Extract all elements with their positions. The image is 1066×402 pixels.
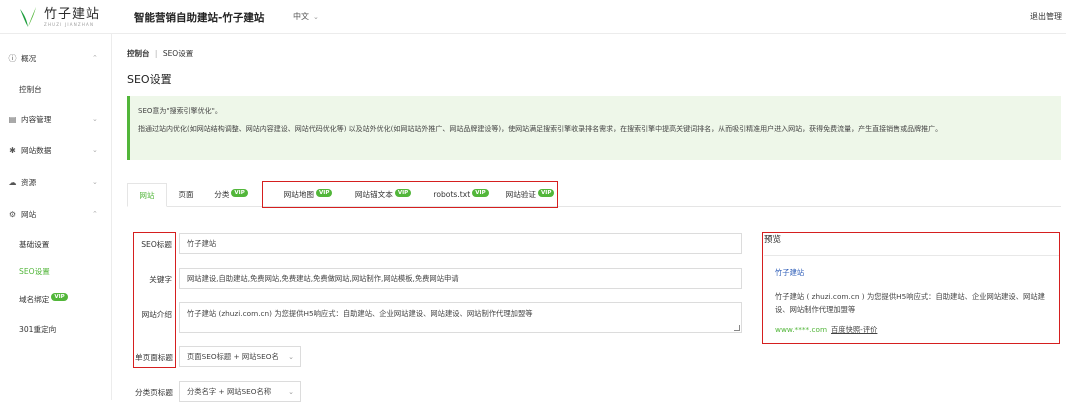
- breadcrumb: 控制台 | SEO设置: [127, 48, 193, 59]
- info-icon: ⓘ: [8, 53, 17, 63]
- sidebar-item-dashboard[interactable]: 控制台: [19, 84, 42, 95]
- preview-url: www.****.com: [775, 325, 828, 334]
- sidebar-item-resources[interactable]: ☁ 资源 ⌄: [0, 172, 112, 192]
- tab-page[interactable]: 页面: [169, 183, 203, 207]
- logout-link[interactable]: 退出管理: [1030, 11, 1062, 22]
- chevron-down-icon: ⌄: [92, 178, 98, 186]
- sidebar-item-site-data[interactable]: ✱ 网站数据 ⌄: [0, 140, 112, 160]
- tab-category[interactable]: 分类 VIP: [207, 183, 255, 207]
- logo[interactable]: 竹子建站 ZHUZI JIANZHAN: [18, 5, 100, 29]
- chevron-up-icon: ⌃: [92, 54, 98, 62]
- tab-label: 分类: [214, 190, 230, 199]
- sidebar-item-site[interactable]: ⚙ 网站 ⌃: [0, 204, 112, 224]
- tab-site[interactable]: 网站: [127, 183, 167, 207]
- keywords-input[interactable]: 网站建设,自助建站,免费网站,免费建站,免费做网站,网站制作,网站模板,免费网站…: [179, 268, 742, 289]
- seo-preview: 预览 竹子建站 竹子建站 ( zhuzi.com.cn ) 为您提供H5响应式：…: [764, 233, 1060, 344]
- vip-badge: VIP: [316, 189, 333, 197]
- vip-badge: VIP: [394, 189, 412, 197]
- chevron-down-icon: ⌄: [92, 115, 98, 123]
- preview-divider: [764, 255, 1060, 256]
- tab-label: 网站地图: [283, 190, 315, 199]
- sidebar-item-domain-binding[interactable]: 域名绑定 VIP: [19, 292, 68, 305]
- sidebar-item-seo-settings[interactable]: SEO设置: [19, 266, 50, 277]
- tab-label: 网站锚文本: [354, 190, 393, 199]
- tab-label: robots.txt: [433, 190, 471, 199]
- seo-title-input[interactable]: 竹子建站: [179, 233, 742, 254]
- page-title-select-value: 页面SEO标题 + 网站SEO名: [187, 351, 279, 361]
- resize-handle-icon[interactable]: [734, 325, 740, 331]
- chevron-down-icon: ⌄: [288, 352, 294, 361]
- sidebar-item-label: 网站数据: [21, 145, 52, 155]
- chevron-up-icon: ⌃: [92, 210, 98, 218]
- sidebar-item-label: 资源: [21, 177, 37, 187]
- chevron-down-icon: ⌄: [288, 387, 294, 396]
- tab-anchor-text[interactable]: 网站锚文本 VIP: [347, 183, 419, 207]
- seo-title-label: SEO标题: [141, 240, 172, 249]
- page-title: SEO设置: [127, 73, 172, 86]
- category-title-select-value: 分类名字 + 网站SEO名称: [187, 386, 272, 396]
- tab-label: 网站验证: [505, 190, 537, 199]
- puzzle-icon: ✱: [9, 145, 16, 155]
- site-intro-label: 网站介绍: [141, 310, 172, 319]
- preview-link[interactable]: 竹子建站: [775, 268, 804, 278]
- breadcrumb-current: SEO设置: [162, 49, 194, 58]
- vip-badge: VIP: [538, 189, 555, 197]
- sidebar: ⓘ 概况 ⌃ 控制台 ▤ 内容管理 ⌄ ✱ 网站数据 ⌄ ☁ 资源 ⌄ ⚙ 网站…: [0, 34, 112, 400]
- language-selector[interactable]: 中文 ⌄: [293, 11, 319, 22]
- sidebar-item-label: 域名绑定: [19, 295, 50, 304]
- vip-badge: VIP: [51, 292, 68, 301]
- site-title: 智能营销自助建站-竹子建站: [134, 12, 265, 24]
- highlight-box-labels: [133, 232, 176, 368]
- sidebar-item-301-redirect[interactable]: 301重定向: [19, 324, 56, 335]
- vip-badge: VIP: [231, 189, 248, 197]
- notice-line-2: 指通过站内优化(如网站结构调整、网站内容建设、网站代码优化等) 以及站外优化(如…: [138, 125, 943, 133]
- category-title-label: 分类页标题: [135, 388, 173, 397]
- page-title-label: 单页面标题: [135, 353, 173, 362]
- site-intro-value: 竹子建站 (zhuzi.com.cn) 为您提供H5响应式：自助建站、企业网站建…: [187, 309, 533, 318]
- gear-icon: ⚙: [8, 209, 17, 219]
- bamboo-logo-icon: [18, 6, 38, 28]
- sidebar-item-label: 网站: [21, 209, 37, 219]
- vip-badge: VIP: [472, 189, 489, 197]
- chevron-down-icon: ⌄: [92, 146, 98, 154]
- category-title-select[interactable]: 分类名字 + 网站SEO名称 ⌄: [179, 381, 301, 402]
- keywords-label: 关键字: [149, 275, 172, 284]
- sidebar-item-overview[interactable]: ⓘ 概况 ⌃: [0, 48, 112, 68]
- tab-verify[interactable]: 网站验证 VIP: [499, 183, 561, 207]
- notice-line-1: SEO意为"搜索引擎优化"。: [138, 107, 222, 115]
- site-intro-textarea[interactable]: 竹子建站 (zhuzi.com.cn) 为您提供H5响应式：自助建站、企业网站建…: [179, 302, 742, 333]
- preview-title: 预览: [764, 235, 782, 245]
- preview-description: 竹子建站 ( zhuzi.com.cn ) 为您提供H5响应式：自助建站、企业网…: [775, 292, 1045, 314]
- breadcrumb-separator: |: [154, 49, 158, 58]
- breadcrumb-root[interactable]: 控制台: [127, 49, 150, 58]
- chevron-down-icon: ⌄: [313, 12, 319, 21]
- page-title-select[interactable]: 页面SEO标题 + 网站SEO名 ⌄: [179, 346, 301, 367]
- tab-robots[interactable]: robots.txt VIP: [427, 183, 495, 207]
- document-icon: ▤: [8, 114, 17, 124]
- tab-sitemap[interactable]: 网站地图 VIP: [275, 183, 341, 207]
- main-content: 控制台 | SEO设置 SEO设置 SEO意为"搜索引擎优化"。 指通过站内优化…: [113, 34, 1066, 402]
- logo-name: 竹子建站: [44, 6, 101, 22]
- logo-subtitle: ZHUZI JIANZHAN: [44, 21, 95, 27]
- language-label: 中文: [293, 12, 309, 21]
- sidebar-item-label: 概况: [21, 53, 37, 63]
- sidebar-item-basic-settings[interactable]: 基础设置: [19, 239, 49, 250]
- seo-notice: SEO意为"搜索引擎优化"。 指通过站内优化(如网站结构调整、网站内容建设、网站…: [127, 96, 1061, 160]
- top-bar: 竹子建站 ZHUZI JIANZHAN 智能营销自助建站-竹子建站 中文 ⌄ 退…: [0, 0, 1066, 34]
- sidebar-item-content[interactable]: ▤ 内容管理 ⌄: [0, 109, 112, 129]
- cloud-icon: ☁: [8, 177, 17, 187]
- seo-tabs: 网站 页面 分类 VIP 网站地图 VIP 网站锚文本 VIP robots.txt V…: [127, 183, 1061, 207]
- sidebar-item-label: 内容管理: [21, 114, 52, 124]
- preview-cache-link[interactable]: 百度快照-评价: [831, 325, 877, 335]
